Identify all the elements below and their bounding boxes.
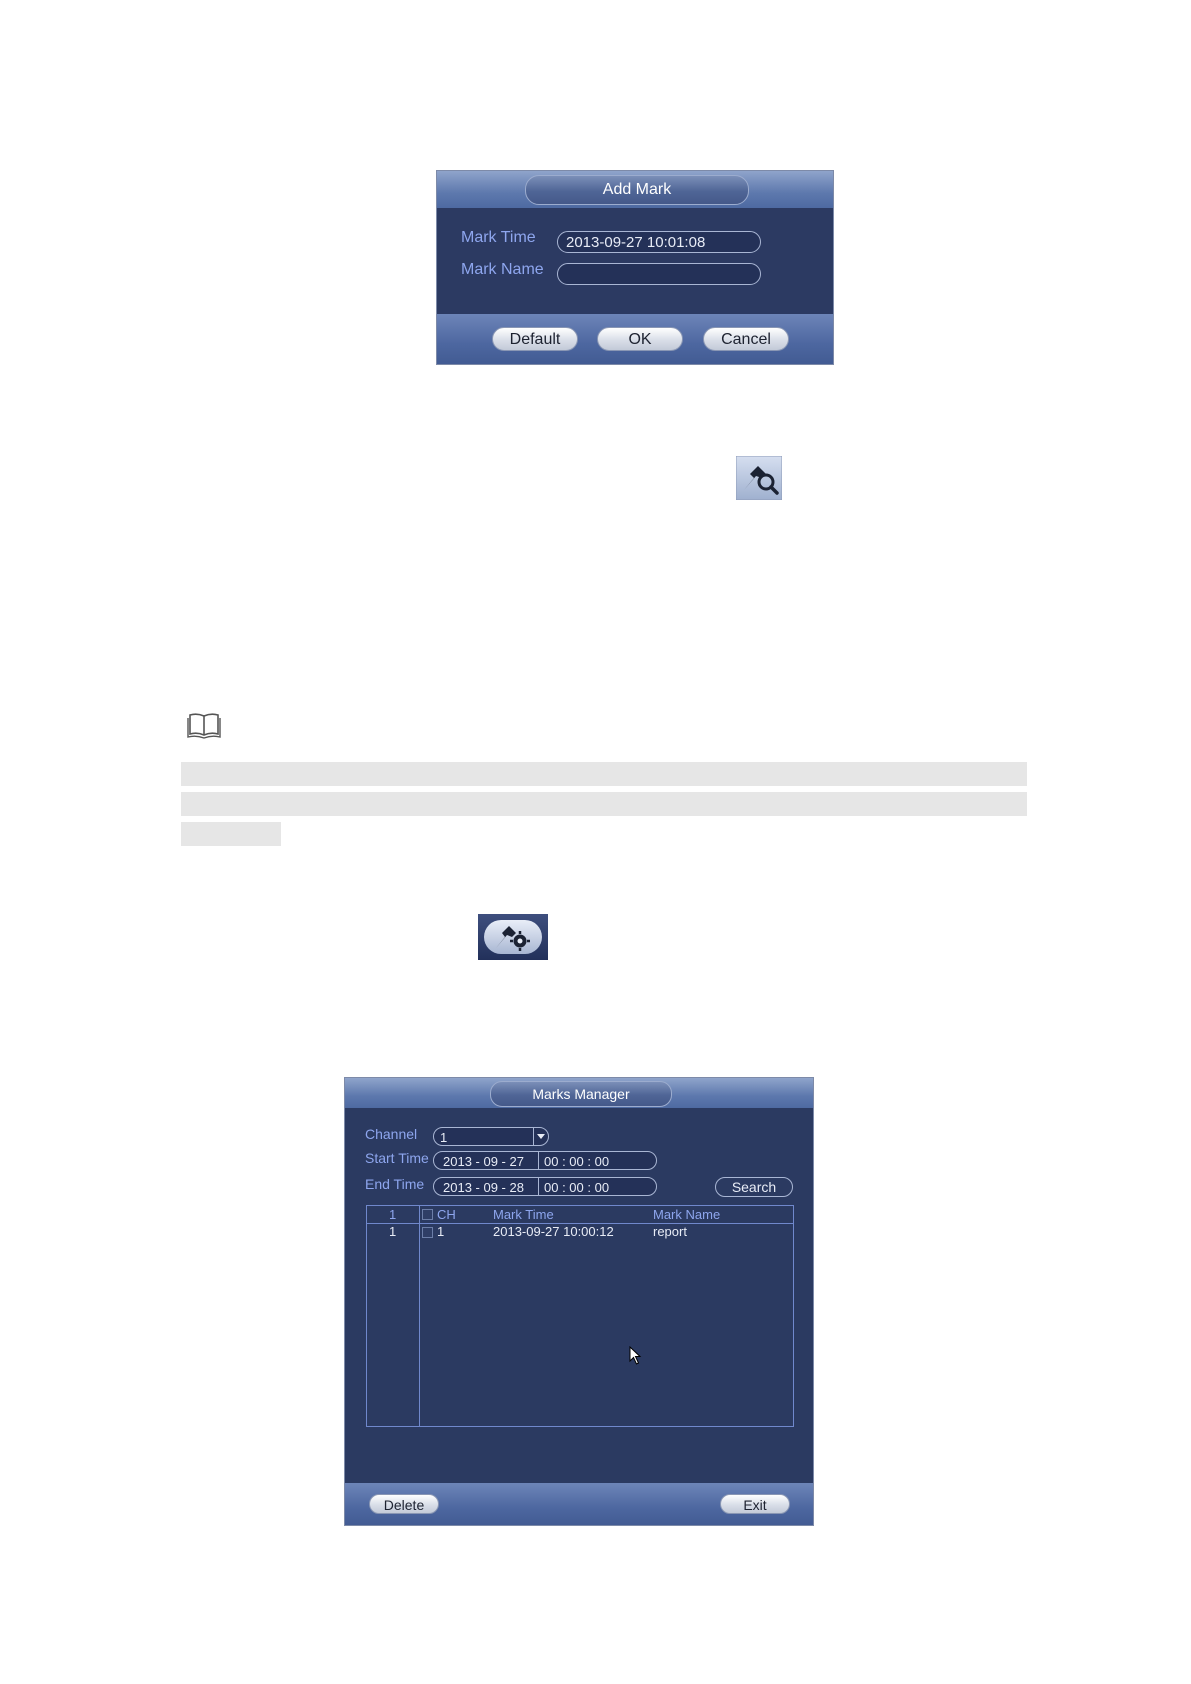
channel-select[interactable]: 1 [433, 1127, 549, 1146]
add-mark-dialog: Add Mark Mark Time 2013-09-27 10:01:08 M… [436, 170, 834, 365]
end-date[interactable]: 2013 - 09 - 28 [443, 1178, 524, 1197]
column-mark-name: Mark Name [653, 1207, 721, 1222]
dialog-title: Marks Manager [490, 1081, 672, 1107]
default-button[interactable]: Default [492, 327, 578, 351]
row-ch: 1 [437, 1224, 445, 1239]
field-divider [538, 1151, 539, 1170]
end-time[interactable]: 00 : 00 : 00 [544, 1178, 609, 1197]
search-button[interactable]: Search [715, 1177, 793, 1197]
start-time-label: Start Time [365, 1150, 429, 1166]
dialog-footer: Delete Exit [345, 1483, 813, 1525]
end-time-label: End Time [365, 1176, 425, 1192]
mark-search-icon[interactable] [735, 455, 783, 501]
column-mark-time: Mark Time [493, 1207, 554, 1222]
row-checkbox[interactable] [422, 1227, 433, 1238]
column-index: 1 [389, 1207, 397, 1222]
mark-name-label: Mark Name [461, 261, 544, 278]
mouse-cursor-icon [629, 1345, 643, 1366]
chevron-down-icon[interactable] [533, 1127, 548, 1146]
dialog-footer: Default OK Cancel [437, 314, 833, 364]
note-line-2 [181, 792, 1027, 816]
start-time[interactable]: 00 : 00 : 00 [544, 1152, 609, 1171]
row-mark-name: report [653, 1224, 687, 1239]
select-all-checkbox[interactable] [422, 1209, 433, 1220]
ok-button[interactable]: OK [597, 327, 683, 351]
dialog-header: Marks Manager [345, 1078, 813, 1108]
column-ch: CH [437, 1207, 456, 1222]
mark-name-field[interactable] [557, 263, 761, 285]
dialog-header: Add Mark [437, 171, 833, 208]
exit-button[interactable]: Exit [720, 1494, 790, 1514]
mark-time-label: Mark Time [461, 229, 536, 246]
book-icon [187, 711, 221, 739]
delete-button[interactable]: Delete [369, 1494, 439, 1514]
mark-time-field[interactable]: 2013-09-27 10:01:08 [557, 231, 761, 253]
note-line-3 [181, 822, 281, 846]
marks-table: 1 CH Mark Time Mark Name 1 1 2013-09-27 … [366, 1205, 794, 1427]
cancel-button[interactable]: Cancel [703, 327, 789, 351]
note-line-1 [181, 762, 1027, 786]
mark-manager-icon[interactable] [478, 914, 548, 960]
row-mark-time: 2013-09-27 10:00:12 [493, 1224, 614, 1239]
channel-value: 1 [440, 1130, 448, 1145]
start-time-field[interactable]: 2013 - 09 - 27 00 : 00 : 00 [433, 1151, 657, 1170]
channel-label: Channel [365, 1126, 418, 1142]
start-date[interactable]: 2013 - 09 - 27 [443, 1152, 524, 1171]
table-row[interactable]: 1 1 2013-09-27 10:00:12 report [367, 1224, 793, 1242]
end-time-field[interactable]: 2013 - 09 - 28 00 : 00 : 00 [433, 1177, 657, 1196]
field-divider [538, 1177, 539, 1196]
marks-manager-dialog: Marks Manager Channel 1 Start Time 2013 … [344, 1077, 814, 1526]
row-index: 1 [389, 1224, 397, 1239]
dialog-title: Add Mark [525, 175, 749, 205]
